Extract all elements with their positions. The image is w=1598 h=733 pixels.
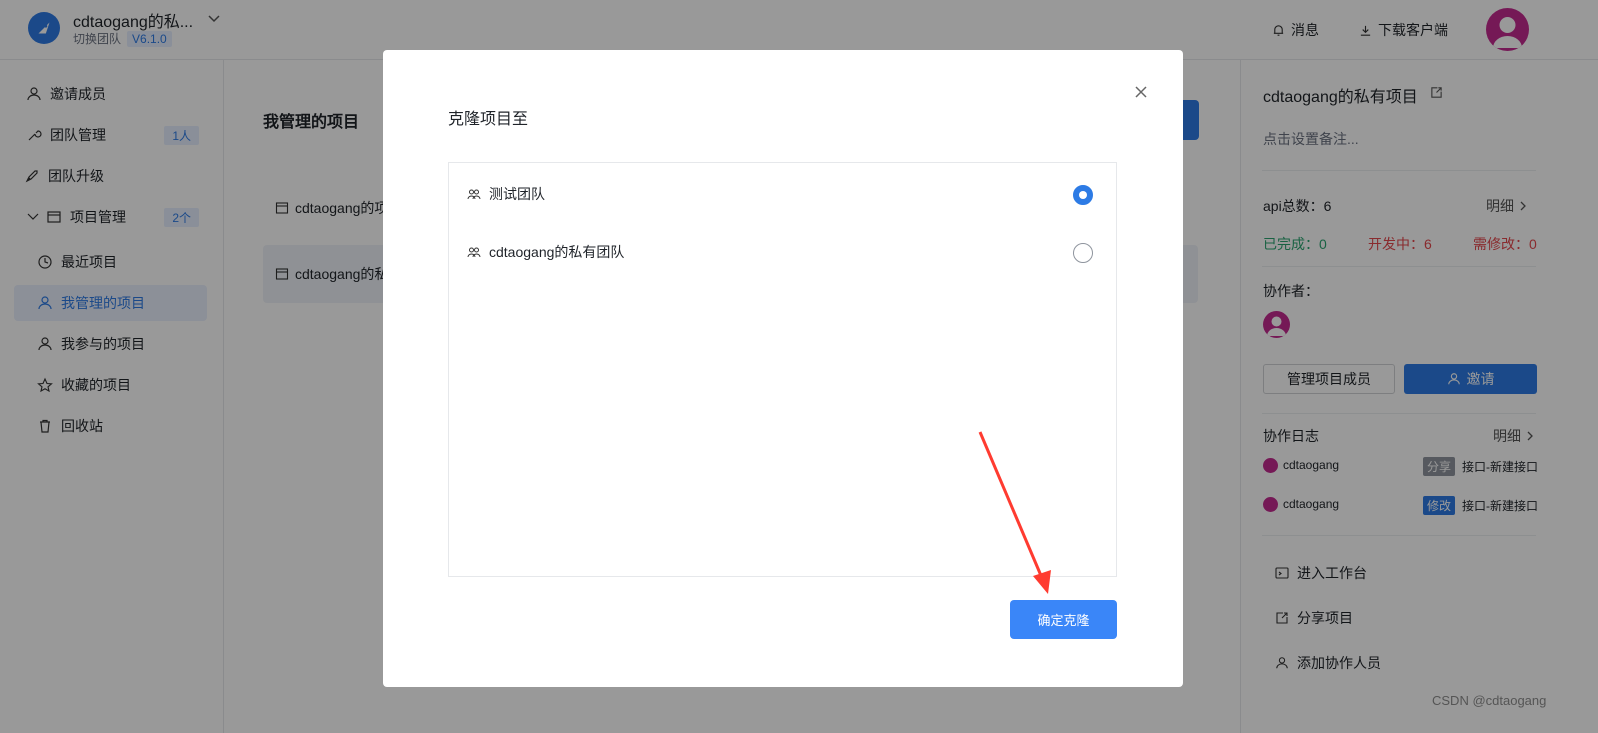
modal-title: 克隆项目至 (448, 111, 529, 128)
team-icon (467, 187, 481, 201)
team-option-list: 测试团队 cdtaogang的私有团队 (448, 162, 1117, 577)
radio-selected[interactable] (1073, 185, 1093, 205)
watermark: CSDN @cdtaogang (1432, 693, 1547, 708)
clone-project-modal: 克隆项目至 测试团队 cdtaogang的私有团队 确定克隆 (383, 50, 1183, 687)
team-option-label: 测试团队 (489, 186, 545, 202)
confirm-clone-button[interactable]: 确定克隆 (1010, 600, 1117, 639)
team-icon (467, 245, 481, 259)
team-option[interactable]: cdtaogang的私有团队 (449, 223, 1116, 281)
team-option[interactable]: 测试团队 (449, 165, 1116, 223)
close-icon[interactable] (1131, 82, 1151, 102)
radio-unselected[interactable] (1073, 243, 1093, 263)
team-option-label: cdtaogang的私有团队 (489, 244, 625, 260)
